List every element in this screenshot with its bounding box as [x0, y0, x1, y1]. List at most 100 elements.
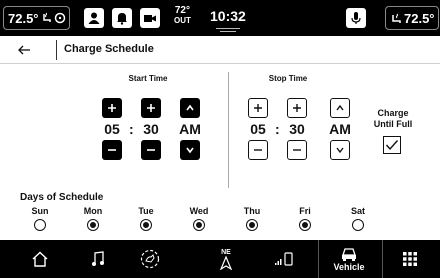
chevron-up-icon	[186, 104, 194, 111]
minus-icon	[293, 149, 301, 151]
phone-icon	[275, 252, 293, 266]
steering-heat-icon	[54, 12, 65, 24]
charge-until-full-label: Charge Until Full	[372, 108, 414, 130]
plus-icon	[254, 104, 262, 112]
day-option-sun[interactable]: Sun	[20, 206, 60, 231]
camera-button[interactable]	[140, 8, 160, 28]
driver-temp: 72.5°	[8, 10, 39, 26]
page-title: Charge Schedule	[64, 43, 154, 55]
microphone-icon	[351, 12, 361, 24]
stop-hour-decrement-button[interactable]	[248, 140, 268, 160]
outside-temp-value: 72°	[174, 5, 190, 16]
outside-temperature: 72° OUT	[174, 6, 191, 26]
nav-separator	[382, 240, 383, 278]
passenger-temp: 72.5°	[404, 10, 435, 26]
nav-media[interactable]	[74, 240, 122, 278]
music-icon	[92, 251, 104, 266]
day-radio[interactable]	[87, 219, 99, 231]
start-ampm-value: AM	[179, 121, 201, 137]
day-label: Sun	[31, 206, 49, 216]
nav-navigation[interactable]: NE	[200, 240, 252, 278]
navigation-icon	[220, 255, 232, 270]
profile-button[interactable]	[84, 8, 104, 28]
day-radio[interactable]	[246, 219, 258, 231]
page-header: Charge Schedule	[0, 36, 440, 64]
compass-heading: NE	[221, 248, 231, 256]
minus-icon	[147, 149, 155, 151]
day-option-wed[interactable]: Wed	[179, 206, 219, 231]
voice-button[interactable]	[346, 8, 366, 28]
start-minute-value: 30	[143, 121, 159, 137]
start-hour-decrement-button[interactable]	[102, 140, 122, 160]
day-label: Fri	[299, 206, 311, 216]
day-option-thu[interactable]: Thu	[232, 206, 272, 231]
plus-icon	[293, 104, 301, 112]
day-label: Mon	[83, 206, 103, 216]
nav-apps[interactable]	[388, 240, 432, 278]
charge-label-line1: Charge	[377, 108, 409, 118]
start-ampm-up-button[interactable]	[180, 98, 200, 118]
time-group-divider	[228, 72, 229, 188]
day-option-mon[interactable]: Mon	[73, 206, 113, 231]
nav-comfort[interactable]	[122, 240, 178, 278]
day-option-fri[interactable]: Fri	[285, 206, 325, 231]
fan-icon	[392, 13, 401, 23]
day-label: Sat	[350, 206, 365, 216]
hands-free-icon	[140, 249, 160, 269]
passenger-climate-button[interactable]: 72.5°	[385, 6, 439, 30]
stop-hour-value: 05	[250, 121, 266, 137]
clock-underline	[216, 28, 240, 29]
day-label: Thu	[243, 206, 261, 216]
charge-until-full-checkbox[interactable]	[383, 136, 401, 154]
bell-icon	[117, 13, 127, 25]
clock-underline-short	[220, 31, 236, 32]
start-minute-decrement-button[interactable]	[141, 140, 161, 160]
minus-icon	[254, 149, 262, 151]
nav-vehicle[interactable]: Vehicle	[320, 240, 378, 278]
start-hour-value: 05	[104, 121, 120, 137]
day-radio[interactable]	[193, 219, 205, 231]
home-icon	[32, 251, 48, 267]
start-minute-increment-button[interactable]	[141, 98, 161, 118]
driver-climate-button[interactable]: 72.5°	[3, 6, 70, 30]
camera-icon	[144, 15, 156, 22]
bottom-nav-bar: NE Vehicle	[0, 240, 440, 278]
chevron-down-icon	[336, 147, 344, 154]
day-option-sat[interactable]: Sat	[338, 206, 378, 231]
day-label: Tue	[138, 206, 154, 216]
plus-icon	[108, 104, 116, 112]
stop-time-label: Stop Time	[268, 74, 308, 83]
back-button[interactable]	[12, 40, 36, 60]
start-ampm-down-button[interactable]	[180, 140, 200, 160]
chevron-up-icon	[336, 104, 344, 111]
heated-seat-icon	[42, 12, 51, 22]
stop-minute-increment-button[interactable]	[287, 98, 307, 118]
stop-minute-decrement-button[interactable]	[287, 140, 307, 160]
profile-icon	[88, 12, 100, 24]
vehicle-icon	[342, 247, 356, 261]
stop-minute-value: 30	[289, 121, 305, 137]
stop-ampm-value: AM	[329, 121, 351, 137]
nav-separator	[318, 240, 319, 278]
day-radio[interactable]	[140, 219, 152, 231]
clock: 10:32	[210, 8, 246, 24]
stop-ampm-down-button[interactable]	[330, 140, 350, 160]
notifications-button[interactable]	[112, 8, 132, 28]
start-hour-increment-button[interactable]	[102, 98, 122, 118]
nav-phone[interactable]	[256, 240, 312, 278]
nav-home[interactable]	[16, 240, 64, 278]
charge-label-line2: Until Full	[373, 119, 413, 129]
day-radio[interactable]	[352, 219, 364, 231]
stop-ampm-up-button[interactable]	[330, 98, 350, 118]
day-label: Wed	[189, 206, 209, 216]
chevron-down-icon	[186, 147, 194, 154]
days-of-schedule-title: Days of Schedule	[20, 192, 104, 203]
start-time-label: Start Time	[128, 74, 168, 83]
checkmark-icon	[385, 140, 399, 151]
status-bar: 72.5° 72° OUT 10:32 72.5°	[0, 0, 440, 36]
stop-hour-increment-button[interactable]	[248, 98, 268, 118]
day-radio[interactable]	[34, 219, 46, 231]
minus-icon	[108, 149, 116, 151]
day-option-tue[interactable]: Tue	[126, 206, 166, 231]
day-radio[interactable]	[299, 219, 311, 231]
